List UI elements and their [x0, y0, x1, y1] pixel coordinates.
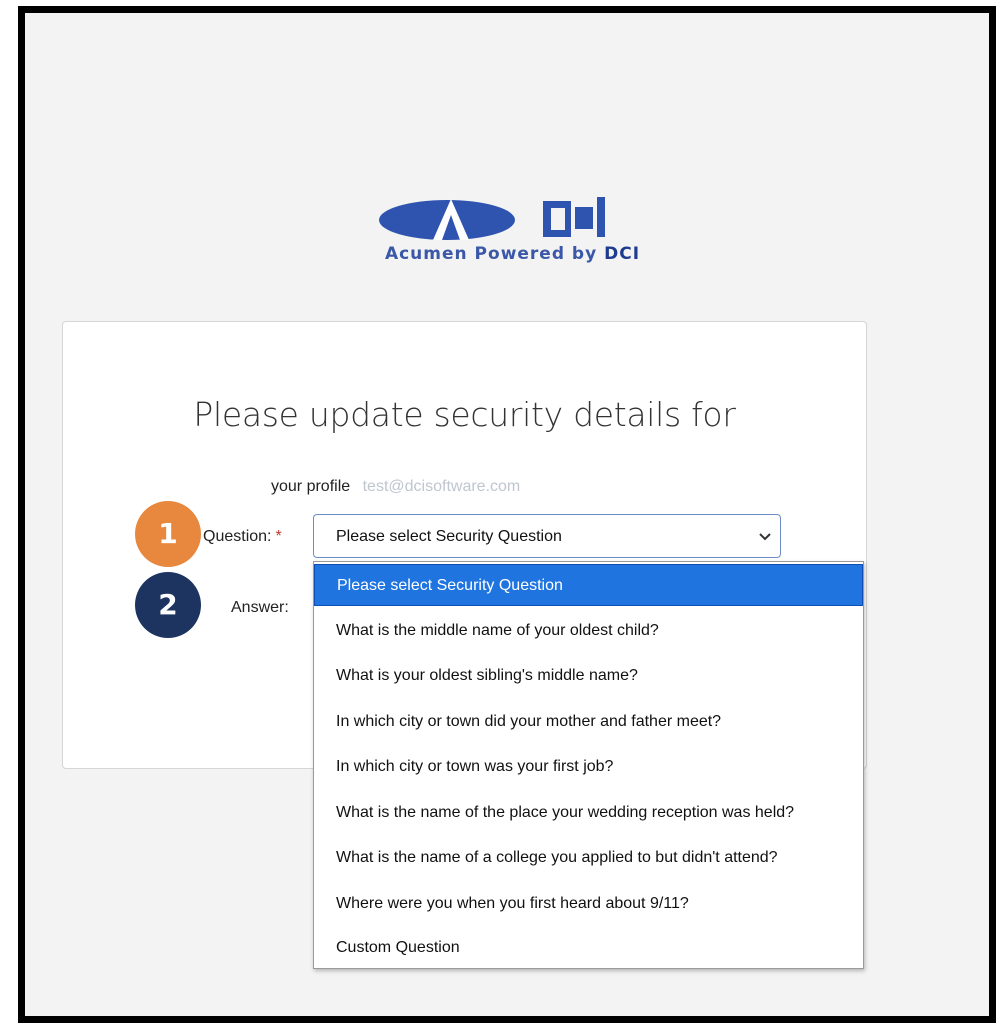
profile-label: your profile: [271, 478, 351, 495]
tagline-dci: DCI: [604, 244, 641, 264]
step-badge-2: 2: [135, 572, 201, 638]
step-badge-1: 1: [135, 501, 201, 567]
dropdown-option-4[interactable]: In which city or town was your first job…: [314, 746, 863, 788]
dropdown-option-8[interactable]: Custom Question: [314, 927, 863, 968]
dropdown-option-6[interactable]: What is the name of a college you applie…: [314, 837, 863, 879]
dropdown-option-7[interactable]: Where were you when you first heard abou…: [314, 883, 863, 925]
dropdown-option-3[interactable]: In which city or town did your mother an…: [314, 701, 863, 743]
chevron-down-icon: [759, 533, 771, 541]
logo-tagline: Acumen Powered by DCI: [370, 244, 655, 264]
security-question-select[interactable]: Please select Security Question: [313, 514, 781, 558]
question-label-text: Question:: [203, 528, 272, 545]
dropdown-option-1[interactable]: What is the middle name of your oldest c…: [314, 610, 863, 652]
answer-label: Answer:: [231, 599, 289, 616]
screenshot-frame: Acumen Powered by DCI Please update secu…: [18, 6, 996, 1023]
select-value: Please select Security Question: [336, 528, 562, 545]
tagline-prefix: Acumen Powered by: [384, 244, 598, 264]
security-question-dropdown[interactable]: Please select Security Question What is …: [313, 561, 864, 969]
question-label: Question: *: [203, 528, 282, 546]
page-title: Please update security details for: [193, 395, 736, 434]
dropdown-option-0[interactable]: Please select Security Question: [314, 564, 863, 606]
required-mark: *: [275, 528, 282, 545]
dropdown-option-2[interactable]: What is your oldest sibling's middle nam…: [314, 655, 863, 697]
profile-email: test@dcisoftware.com: [362, 478, 521, 495]
profile-row: your profile test@dcisoftware.com: [271, 478, 520, 496]
dropdown-option-5[interactable]: What is the name of the place your weddi…: [314, 792, 863, 834]
